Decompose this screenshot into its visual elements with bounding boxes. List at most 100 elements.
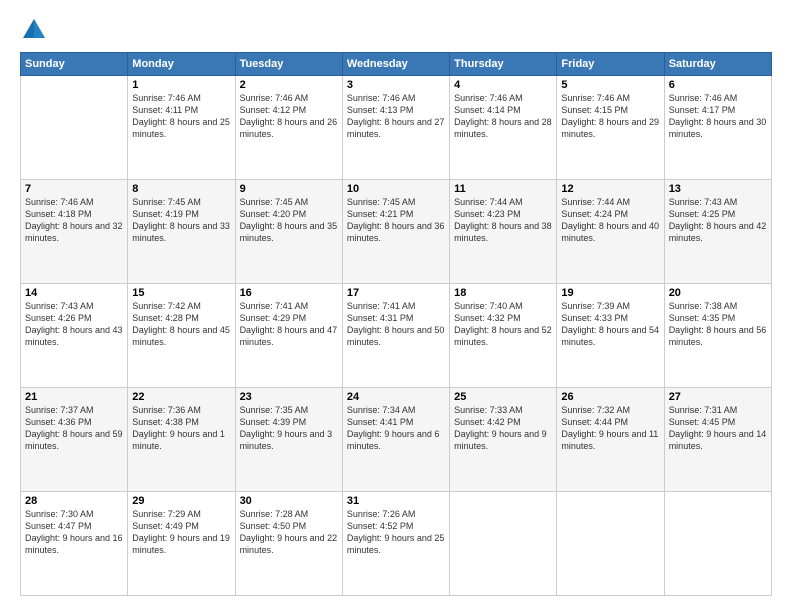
day-number: 13 <box>669 183 767 195</box>
day-info: Sunrise: 7:46 AMSunset: 4:17 PMDaylight:… <box>669 92 767 141</box>
day-cell: 12Sunrise: 7:44 AMSunset: 4:24 PMDayligh… <box>557 180 664 284</box>
day-header-friday: Friday <box>557 53 664 76</box>
day-cell: 18Sunrise: 7:40 AMSunset: 4:32 PMDayligh… <box>450 284 557 388</box>
day-info: Sunrise: 7:41 AMSunset: 4:31 PMDaylight:… <box>347 300 445 349</box>
page: SundayMondayTuesdayWednesdayThursdayFrid… <box>0 0 792 612</box>
logo-icon <box>20 16 48 44</box>
day-info: Sunrise: 7:46 AMSunset: 4:18 PMDaylight:… <box>25 196 123 245</box>
day-number: 9 <box>240 183 338 195</box>
day-info: Sunrise: 7:28 AMSunset: 4:50 PMDaylight:… <box>240 508 338 557</box>
day-cell: 23Sunrise: 7:35 AMSunset: 4:39 PMDayligh… <box>235 388 342 492</box>
day-cell: 31Sunrise: 7:26 AMSunset: 4:52 PMDayligh… <box>342 492 449 596</box>
week-row-1: 1Sunrise: 7:46 AMSunset: 4:11 PMDaylight… <box>21 76 772 180</box>
day-number: 7 <box>25 183 123 195</box>
day-number: 25 <box>454 391 552 403</box>
day-cell: 6Sunrise: 7:46 AMSunset: 4:17 PMDaylight… <box>664 76 771 180</box>
day-info: Sunrise: 7:43 AMSunset: 4:25 PMDaylight:… <box>669 196 767 245</box>
calendar-table: SundayMondayTuesdayWednesdayThursdayFrid… <box>20 52 772 596</box>
day-info: Sunrise: 7:40 AMSunset: 4:32 PMDaylight:… <box>454 300 552 349</box>
day-number: 2 <box>240 79 338 91</box>
day-info: Sunrise: 7:46 AMSunset: 4:12 PMDaylight:… <box>240 92 338 141</box>
day-info: Sunrise: 7:46 AMSunset: 4:13 PMDaylight:… <box>347 92 445 141</box>
day-header-thursday: Thursday <box>450 53 557 76</box>
day-number: 20 <box>669 287 767 299</box>
day-cell: 20Sunrise: 7:38 AMSunset: 4:35 PMDayligh… <box>664 284 771 388</box>
logo <box>20 16 52 44</box>
day-number: 1 <box>132 79 230 91</box>
day-cell: 13Sunrise: 7:43 AMSunset: 4:25 PMDayligh… <box>664 180 771 284</box>
week-row-3: 14Sunrise: 7:43 AMSunset: 4:26 PMDayligh… <box>21 284 772 388</box>
day-info: Sunrise: 7:32 AMSunset: 4:44 PMDaylight:… <box>561 404 659 453</box>
day-cell: 15Sunrise: 7:42 AMSunset: 4:28 PMDayligh… <box>128 284 235 388</box>
day-number: 21 <box>25 391 123 403</box>
day-info: Sunrise: 7:36 AMSunset: 4:38 PMDaylight:… <box>132 404 230 453</box>
day-cell <box>664 492 771 596</box>
day-number: 8 <box>132 183 230 195</box>
day-cell: 5Sunrise: 7:46 AMSunset: 4:15 PMDaylight… <box>557 76 664 180</box>
day-header-wednesday: Wednesday <box>342 53 449 76</box>
day-number: 31 <box>347 495 445 507</box>
day-header-monday: Monday <box>128 53 235 76</box>
day-number: 28 <box>25 495 123 507</box>
day-info: Sunrise: 7:41 AMSunset: 4:29 PMDaylight:… <box>240 300 338 349</box>
day-cell: 10Sunrise: 7:45 AMSunset: 4:21 PMDayligh… <box>342 180 449 284</box>
day-info: Sunrise: 7:37 AMSunset: 4:36 PMDaylight:… <box>25 404 123 453</box>
day-cell: 17Sunrise: 7:41 AMSunset: 4:31 PMDayligh… <box>342 284 449 388</box>
day-info: Sunrise: 7:43 AMSunset: 4:26 PMDaylight:… <box>25 300 123 349</box>
day-number: 29 <box>132 495 230 507</box>
day-info: Sunrise: 7:45 AMSunset: 4:20 PMDaylight:… <box>240 196 338 245</box>
day-header-saturday: Saturday <box>664 53 771 76</box>
day-info: Sunrise: 7:34 AMSunset: 4:41 PMDaylight:… <box>347 404 445 453</box>
day-info: Sunrise: 7:29 AMSunset: 4:49 PMDaylight:… <box>132 508 230 557</box>
day-cell: 30Sunrise: 7:28 AMSunset: 4:50 PMDayligh… <box>235 492 342 596</box>
day-info: Sunrise: 7:26 AMSunset: 4:52 PMDaylight:… <box>347 508 445 557</box>
day-cell: 21Sunrise: 7:37 AMSunset: 4:36 PMDayligh… <box>21 388 128 492</box>
day-cell: 19Sunrise: 7:39 AMSunset: 4:33 PMDayligh… <box>557 284 664 388</box>
header-row: SundayMondayTuesdayWednesdayThursdayFrid… <box>21 53 772 76</box>
day-number: 24 <box>347 391 445 403</box>
header <box>20 16 772 44</box>
day-info: Sunrise: 7:35 AMSunset: 4:39 PMDaylight:… <box>240 404 338 453</box>
day-header-tuesday: Tuesday <box>235 53 342 76</box>
day-cell: 14Sunrise: 7:43 AMSunset: 4:26 PMDayligh… <box>21 284 128 388</box>
day-number: 30 <box>240 495 338 507</box>
day-info: Sunrise: 7:33 AMSunset: 4:42 PMDaylight:… <box>454 404 552 453</box>
day-number: 16 <box>240 287 338 299</box>
day-info: Sunrise: 7:46 AMSunset: 4:14 PMDaylight:… <box>454 92 552 141</box>
day-info: Sunrise: 7:46 AMSunset: 4:11 PMDaylight:… <box>132 92 230 141</box>
day-cell: 3Sunrise: 7:46 AMSunset: 4:13 PMDaylight… <box>342 76 449 180</box>
day-number: 10 <box>347 183 445 195</box>
day-info: Sunrise: 7:46 AMSunset: 4:15 PMDaylight:… <box>561 92 659 141</box>
week-row-5: 28Sunrise: 7:30 AMSunset: 4:47 PMDayligh… <box>21 492 772 596</box>
day-cell: 24Sunrise: 7:34 AMSunset: 4:41 PMDayligh… <box>342 388 449 492</box>
day-info: Sunrise: 7:45 AMSunset: 4:19 PMDaylight:… <box>132 196 230 245</box>
day-number: 17 <box>347 287 445 299</box>
day-cell: 28Sunrise: 7:30 AMSunset: 4:47 PMDayligh… <box>21 492 128 596</box>
week-row-4: 21Sunrise: 7:37 AMSunset: 4:36 PMDayligh… <box>21 388 772 492</box>
day-cell: 27Sunrise: 7:31 AMSunset: 4:45 PMDayligh… <box>664 388 771 492</box>
day-cell: 9Sunrise: 7:45 AMSunset: 4:20 PMDaylight… <box>235 180 342 284</box>
day-number: 26 <box>561 391 659 403</box>
day-cell: 7Sunrise: 7:46 AMSunset: 4:18 PMDaylight… <box>21 180 128 284</box>
day-cell <box>21 76 128 180</box>
day-number: 15 <box>132 287 230 299</box>
day-cell: 11Sunrise: 7:44 AMSunset: 4:23 PMDayligh… <box>450 180 557 284</box>
day-number: 14 <box>25 287 123 299</box>
day-cell <box>557 492 664 596</box>
day-number: 18 <box>454 287 552 299</box>
day-header-sunday: Sunday <box>21 53 128 76</box>
day-number: 3 <box>347 79 445 91</box>
day-number: 22 <box>132 391 230 403</box>
day-info: Sunrise: 7:44 AMSunset: 4:24 PMDaylight:… <box>561 196 659 245</box>
day-number: 4 <box>454 79 552 91</box>
day-number: 12 <box>561 183 659 195</box>
day-cell: 25Sunrise: 7:33 AMSunset: 4:42 PMDayligh… <box>450 388 557 492</box>
day-cell: 4Sunrise: 7:46 AMSunset: 4:14 PMDaylight… <box>450 76 557 180</box>
day-info: Sunrise: 7:42 AMSunset: 4:28 PMDaylight:… <box>132 300 230 349</box>
day-cell: 22Sunrise: 7:36 AMSunset: 4:38 PMDayligh… <box>128 388 235 492</box>
day-info: Sunrise: 7:31 AMSunset: 4:45 PMDaylight:… <box>669 404 767 453</box>
day-number: 27 <box>669 391 767 403</box>
day-number: 11 <box>454 183 552 195</box>
day-info: Sunrise: 7:39 AMSunset: 4:33 PMDaylight:… <box>561 300 659 349</box>
day-cell: 26Sunrise: 7:32 AMSunset: 4:44 PMDayligh… <box>557 388 664 492</box>
